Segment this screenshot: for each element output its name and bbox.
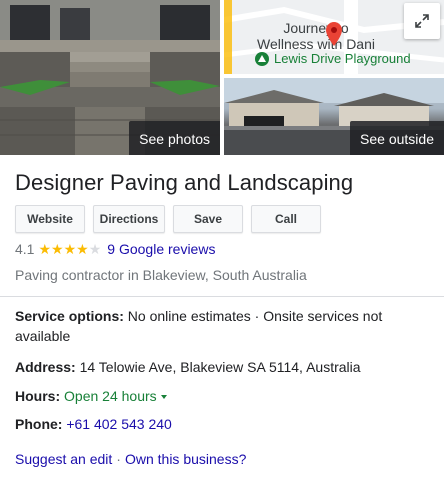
map-pin-icon [326, 22, 342, 46]
footer-links: Suggest an edit · Own this business? [15, 451, 246, 467]
directions-button[interactable]: Directions [93, 205, 165, 233]
star-icon: ★ [76, 241, 89, 257]
playground-icon [255, 52, 269, 66]
call-button[interactable]: Call [251, 205, 321, 233]
address: Address: 14 Telowie Ave, Blakeview SA 51… [15, 357, 361, 377]
link-separator: · [116, 451, 121, 467]
address-label: Address: [15, 359, 76, 375]
photo-gallery: See photos Journey to Wellness with Dani… [0, 0, 444, 155]
see-photos-button[interactable]: See photos [129, 121, 220, 155]
map-poi-label: Journey to Wellness with Dani [256, 20, 375, 52]
phone-label: Phone: [15, 416, 63, 432]
outside-photo[interactable]: See outside [224, 78, 444, 155]
reviews-link[interactable]: 9 Google reviews [107, 241, 215, 257]
service-options: Service options: No online estimates · O… [15, 306, 415, 346]
business-category: Paving contractor in Blakeview, South Au… [15, 267, 307, 283]
action-buttons: Website Directions Save Call [15, 205, 321, 233]
hours-dropdown[interactable]: Open 24 hours [64, 388, 167, 404]
rating-value: 4.1 [15, 241, 35, 257]
star-icon: ★ [63, 241, 77, 257]
rating-row: 4.1 ★ ★ ★ ★ ★ 9 Google reviews [15, 241, 215, 257]
phone-link[interactable]: +61 402 543 240 [66, 416, 172, 432]
own-business-link[interactable]: Own this business? [125, 451, 246, 467]
hours-value: Open 24 hours [64, 388, 157, 404]
playground-label: Lewis Drive Playground [274, 51, 411, 66]
place-title: Designer Paving and Landscaping [15, 170, 354, 195]
website-button[interactable]: Website [15, 205, 85, 233]
expand-map-button[interactable] [404, 3, 440, 39]
hours: Hours: Open 24 hours [15, 386, 167, 406]
save-button[interactable]: Save [173, 205, 243, 233]
hours-label: Hours: [15, 388, 61, 404]
map-thumbnail[interactable]: Journey to Wellness with Dani Lewis Driv… [224, 0, 444, 74]
star-icon: ★ [51, 241, 64, 257]
address-value: 14 Telowie Ave, Blakeview SA 5114, Austr… [75, 359, 361, 375]
phone: Phone: +61 402 543 240 [15, 414, 172, 434]
star-icon: ★ [38, 241, 52, 257]
divider [0, 296, 444, 297]
star-empty-icon: ★ [88, 241, 102, 257]
see-outside-button[interactable]: See outside [350, 121, 444, 155]
main-photo[interactable]: See photos [0, 0, 220, 155]
star-rating: ★ ★ ★ ★ ★ [38, 242, 101, 256]
caret-down-icon [160, 395, 167, 400]
expand-icon [415, 14, 429, 28]
service-options-label: Service options: [15, 308, 124, 324]
suggest-edit-link[interactable]: Suggest an edit [15, 451, 112, 467]
